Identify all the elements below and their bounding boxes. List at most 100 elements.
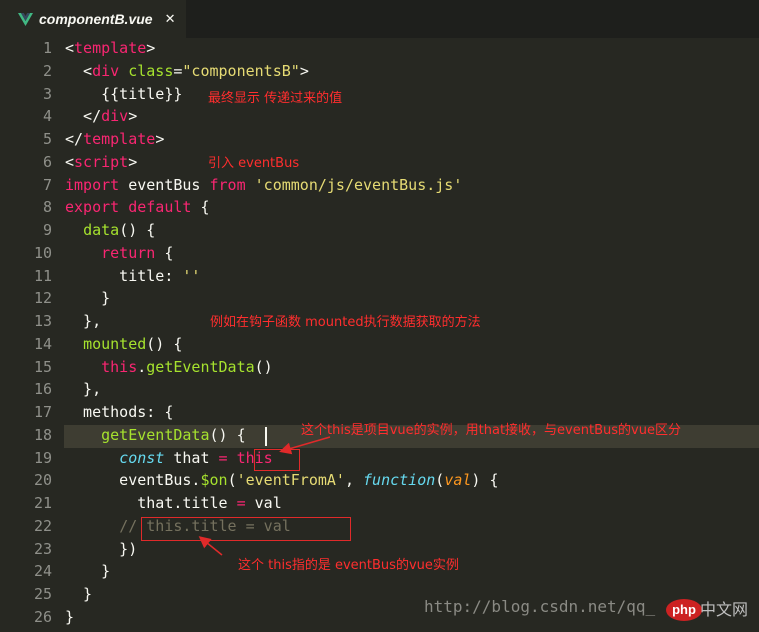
line-number: 25 — [33, 585, 52, 603]
code-token: div — [92, 61, 120, 80]
code-line[interactable]: } — [65, 606, 74, 629]
code-token: { — [155, 243, 174, 262]
code-line[interactable]: import eventBus from 'common/js/eventBus… — [65, 174, 462, 197]
code-line[interactable]: export default { — [65, 196, 210, 219]
code-token: ( — [435, 471, 445, 490]
code-token: > — [299, 61, 309, 80]
line-number: 19 — [33, 448, 52, 467]
code-token: return — [101, 243, 156, 262]
code-token: ( — [227, 471, 237, 490]
code-token: 'common/js/eventBus.js' — [254, 175, 463, 194]
code-token: }, — [65, 380, 102, 399]
code-line[interactable]: {{title}} — [65, 83, 182, 106]
code-line[interactable]: }, — [65, 378, 101, 401]
line-number: 12 — [33, 289, 52, 308]
php-logo-icon: php — [666, 599, 702, 621]
code-token: function — [363, 471, 436, 490]
code-line[interactable]: return { — [65, 242, 173, 265]
line-number: 20 — [33, 471, 52, 490]
line-number: 13 — [33, 312, 52, 330]
line-number: 26 — [33, 607, 52, 626]
code-token: } — [65, 607, 75, 626]
line-number: 11 — [33, 266, 52, 285]
line-number: 10 — [33, 243, 52, 262]
code-token: , — [344, 471, 364, 490]
code-token: } — [65, 562, 111, 581]
line-number: 23 — [33, 539, 52, 558]
code-token: > — [128, 107, 138, 126]
code-line[interactable]: that.title = val — [65, 492, 282, 515]
code-token: > — [128, 152, 138, 171]
vue-logo-icon — [18, 12, 33, 26]
code-token: getEventData — [146, 357, 255, 376]
text-cursor — [265, 427, 267, 446]
code-token: </ — [65, 107, 102, 126]
code-token: val — [245, 494, 282, 512]
code-line[interactable]: </template> — [65, 128, 164, 151]
line-number: 14 — [33, 334, 52, 353]
line-number: 18 — [33, 425, 52, 444]
code-token: from — [209, 175, 246, 194]
code-line[interactable]: <template> — [65, 37, 155, 60]
code-token: data — [83, 221, 120, 239]
line-number: 15 — [33, 357, 52, 376]
annotation-box-comment — [141, 517, 351, 541]
code-token: const — [119, 448, 165, 467]
code-token: '' — [182, 266, 201, 285]
code-line[interactable]: title: '' — [65, 265, 200, 288]
annotation-mounted-hint: 例如在钩子函数 mounted执行数据获取的方法 — [210, 315, 481, 330]
code-line[interactable]: } — [65, 560, 110, 583]
code-line[interactable]: this.getEventData() — [65, 356, 273, 379]
code-token: = — [218, 448, 228, 467]
tab-filename: componentB.vue — [39, 11, 153, 27]
code-token: val — [444, 471, 472, 490]
close-icon[interactable]: ✕ — [165, 12, 176, 27]
tab-componentb-vue[interactable]: componentB.vue ✕ — [0, 0, 186, 38]
code-token: template — [83, 130, 156, 148]
code-line[interactable]: <script> — [65, 151, 137, 174]
line-number: 6 — [42, 152, 52, 171]
tab-bar: componentB.vue ✕ — [0, 0, 759, 38]
code-token: import — [65, 175, 120, 194]
code-token: > — [155, 130, 165, 148]
code-token: () { — [119, 221, 156, 239]
code-line[interactable]: const that = this — [65, 447, 273, 470]
code-line[interactable]: }, — [65, 310, 101, 333]
annotation-this-is-vue: 这个this是项目vue的实例，用that接收，与eventBus的vue区分 — [301, 423, 681, 438]
code-token: 'eventFromA' — [236, 471, 345, 490]
code-line[interactable]: } — [65, 583, 92, 606]
code-token: ) { — [471, 471, 499, 490]
code-editor[interactable]: 1 2 3 4 5 6 7 8 9 10 11 12 13 14 15 16 17 18 19 20 21 22 23 24 2… — [0, 38, 759, 632]
code-token: = — [236, 494, 246, 512]
code-line[interactable]: data() { — [65, 219, 155, 242]
code-line[interactable]: mounted() { — [65, 333, 182, 356]
code-token: < — [65, 152, 75, 171]
code-token: this — [101, 357, 138, 376]
code-token: { — [191, 198, 210, 217]
annotation-box-this — [254, 449, 300, 471]
code-token: getEventData — [101, 425, 210, 444]
code-line[interactable]: getEventData() { — [65, 424, 246, 447]
code-token: < — [65, 39, 75, 57]
watermark-url: http://blog.csdn.net/qq_ — [424, 597, 656, 616]
code-line[interactable]: </div> — [65, 105, 137, 128]
line-number: 24 — [33, 562, 52, 581]
code-line[interactable]: methods: { — [65, 401, 173, 424]
code-line[interactable]: } — [65, 287, 110, 310]
code-line[interactable]: }) — [65, 538, 137, 561]
code-line[interactable]: <div class="componentsB"> — [65, 60, 309, 83]
line-number: 7 — [42, 175, 52, 194]
code-token: . — [137, 357, 147, 376]
code-line[interactable]: eventBus.$on('eventFromA', function(val)… — [65, 469, 499, 492]
code-token: () { — [209, 425, 246, 444]
